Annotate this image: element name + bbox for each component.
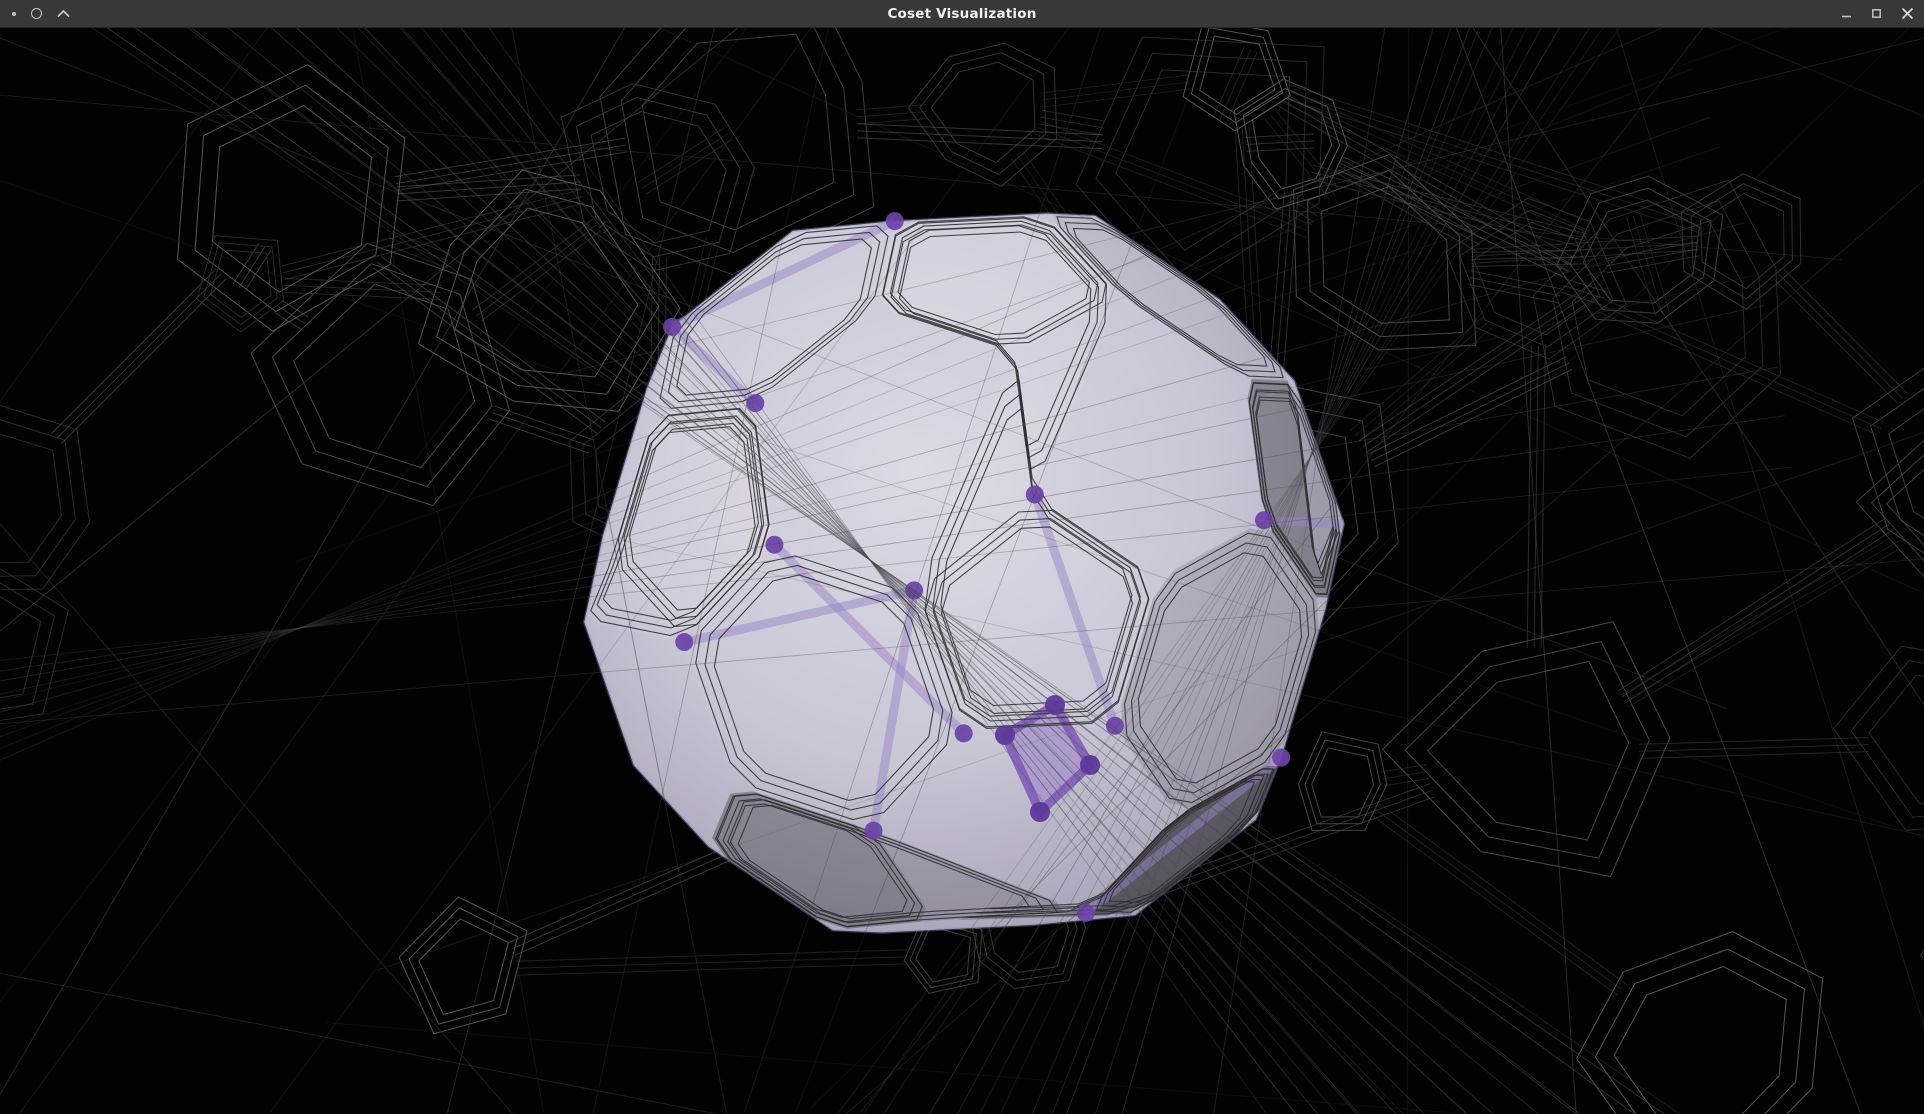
titlebar-right-controls [1841, 0, 1914, 27]
close-icon [1901, 7, 1914, 20]
circle-icon [31, 8, 42, 19]
titlebar[interactable]: Coset Visualization [0, 0, 1924, 28]
titlebar-left-controls [12, 0, 70, 27]
scene-svg [0, 28, 1924, 1114]
dot-indicator-icon [12, 12, 16, 16]
window-title: Coset Visualization [887, 6, 1036, 22]
minimize-icon [1841, 8, 1852, 19]
minimize-button[interactable] [1841, 8, 1852, 19]
app-window: Coset Visualization [0, 0, 1924, 1114]
maximize-icon [1871, 8, 1882, 19]
chevron-up-button[interactable] [57, 9, 70, 18]
chevron-up-icon [57, 9, 70, 18]
close-button[interactable] [1901, 7, 1914, 20]
scene-canvas[interactable] [0, 28, 1924, 1114]
circle-button[interactable] [31, 8, 42, 19]
maximize-button[interactable] [1871, 8, 1882, 19]
